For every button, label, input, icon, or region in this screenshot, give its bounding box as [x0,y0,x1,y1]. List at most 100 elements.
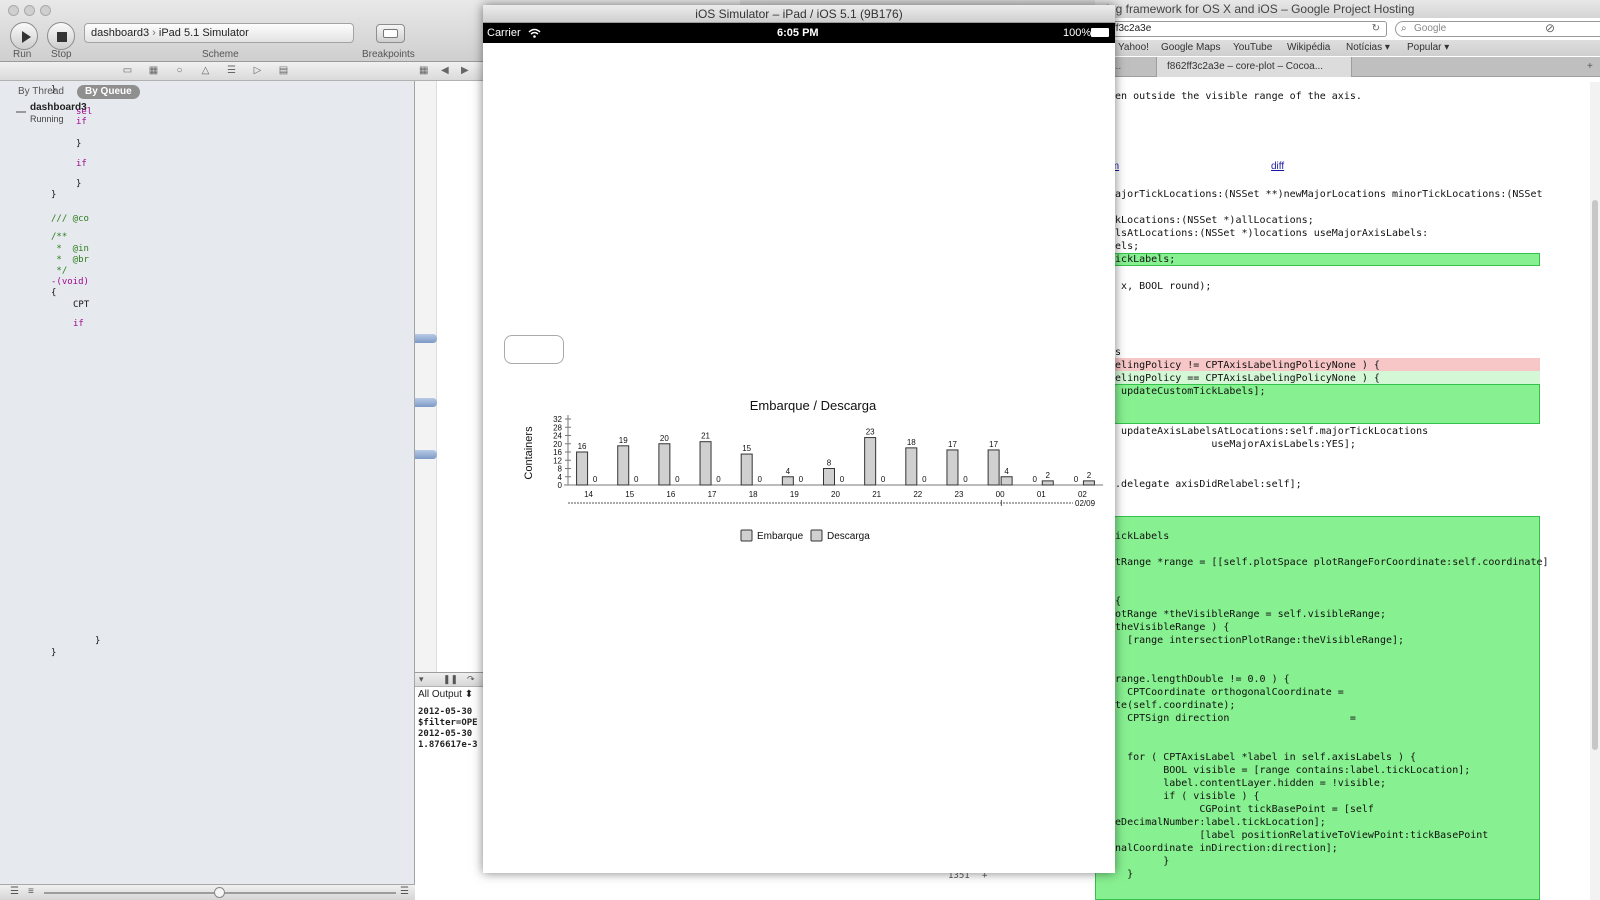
diff-line: lotRange *range = [[self.plotSpace plotR… [1103,557,1549,568]
safari-title: ting framework for OS X and iOS – Google… [1095,0,1600,18]
ios-simulator-window: iOS Simulator – iPad / iOS 5.1 (9B176) C… [483,5,1115,873]
download-icon[interactable]: ⊘ [1545,21,1555,35]
data-label: 2 [1087,471,1092,480]
run-button[interactable] [10,22,38,50]
y-tick-label: 4 [558,473,563,482]
rounded-rect-button[interactable] [504,335,564,364]
editor-gutter[interactable] [415,81,437,672]
forward-icon[interactable]: ▶ [461,65,469,76]
carrier-label: Carrier [487,27,521,39]
x-tick-label: 23 [955,490,964,499]
diff-line: CPTSign direction = [1103,713,1356,724]
navigator-footer: ☰ ≡ ☰ [0,884,415,900]
ios-status-bar: Carrier 6:05 PM 100% [483,23,1115,43]
data-label: 17 [948,440,957,449]
safari-window: ting framework for OS X and iOS – Google… [1095,0,1600,900]
close-window-button[interactable] [8,5,19,16]
data-label: 8 [827,459,832,468]
ios-app-screen: Embarque / Descarga Containers 0 4 8 12 16 20 24… [483,43,1115,873]
breakpoint-marker[interactable] [415,398,437,407]
y-tick-label: 24 [553,432,562,441]
url-field[interactable]: 62ff3c2a3e ↻ [1095,21,1387,37]
x-tick-label: 17 [708,490,717,499]
data-label: 18 [907,438,916,447]
legend-label: Descarga [827,531,870,542]
data-label: 2 [1046,471,1051,480]
navigator-selector-bar: ▭ ▦ ○ △ ☰ ▷ ▤ [0,62,415,81]
diff-line: for ( CPTAxisLabel *label in self.axisLa… [1103,752,1417,763]
code-line: } [76,139,82,149]
folder-icon[interactable]: ▭ [122,66,133,76]
symbol-icon[interactable]: ▦ [148,66,159,76]
diff-line: ( theVisibleRange ) { [1103,622,1230,633]
x-tick-label: 18 [749,490,758,499]
breakpoint-marker[interactable] [415,334,437,343]
menu-icon[interactable]: ☰ [400,886,409,897]
breakpoint-nav-icon[interactable]: ▷ [252,66,263,76]
code-line: } [51,190,57,200]
bookmark-item[interactable]: Wikipédia [1287,40,1330,56]
search-icon[interactable]: ○ [174,66,185,76]
breakpoints-button[interactable] [376,24,405,43]
step-over-icon[interactable]: ↷ [467,674,475,685]
data-label: 0 [757,475,762,484]
diff-link[interactable]: diff [1271,161,1284,172]
bookmark-item[interactable]: Popular ▾ [1407,40,1449,56]
related-items-icon[interactable]: ▦ [419,65,428,76]
safari-scrollbar[interactable] [1590,82,1600,900]
bookmark-item[interactable]: Notícias ▾ [1346,40,1390,56]
y-tick-label: 20 [553,440,562,449]
diff-line: lf updateAxisLabelsAtLocations:self.majo… [1103,426,1429,437]
bar-descarga [1000,476,1013,486]
data-label: 17 [989,440,998,449]
bookmark-item[interactable]: Yahoo! [1118,40,1149,56]
console-line: 2012-05-30 [418,729,473,739]
debug-icon[interactable]: ☰ [226,66,237,76]
bar-embarque [740,453,753,486]
diff-line: when outside the visible range of the ax… [1103,91,1362,102]
bar-embarque [864,437,877,486]
output-selector[interactable]: All Output ⬍ [415,687,475,703]
data-label: 0 [1074,475,1079,484]
x-tick-label: 02 [1078,490,1087,499]
data-label: 0 [799,475,804,484]
scheme-selector[interactable]: dashboard3 › iPad 5.1 Simulator [84,23,354,43]
log-icon[interactable]: ▤ [278,66,289,76]
y-tick-label: 32 [553,415,562,424]
tab-item-active[interactable]: f862ff3c2a3e – core-plot – Cocoa... [1157,57,1352,77]
warning-icon[interactable]: △ [200,66,211,76]
breakpoint-marker[interactable] [415,450,437,459]
x-tick-label: 22 [913,490,922,499]
diff-line: [range intersectionPlotRange:theVisibleR… [1103,635,1405,646]
data-label: 0 [593,475,598,484]
diff-line: lf updateCustomTickLabels]; [1103,386,1266,397]
diff-line: le x, BOOL round); [1103,281,1212,292]
bar-embarque [823,468,835,486]
bookmark-item[interactable]: Google Maps [1161,40,1220,56]
stop-button[interactable] [47,22,75,50]
by-queue-toggle[interactable]: By Queue [77,85,140,99]
run-label: Run [13,49,32,60]
pause-icon[interactable]: ❚❚ [443,674,458,685]
zoom-window-button[interactable] [40,5,51,16]
bar-descarga [1082,480,1095,486]
back-icon[interactable]: ◀ [441,65,449,76]
hide-console-icon[interactable]: ▾ [419,674,424,685]
data-label: 0 [716,475,721,484]
x-tick-label: 14 [584,490,593,499]
code-line: } [76,179,82,189]
slider-knob[interactable] [214,887,225,898]
by-thread-toggle[interactable]: By Thread [10,85,72,99]
code-line: CPT [73,300,90,310]
diff-line: lf.delegate axisDidRelabel:self]; [1103,479,1302,490]
filter-icon[interactable]: ≡ [28,886,34,897]
diff-line: nate(self.coordinate); [1103,700,1236,711]
minimize-window-button[interactable] [24,5,35,16]
search-field[interactable]: ⌕ Google [1395,21,1600,37]
scrollbar-thumb[interactable] [1592,200,1598,750]
reload-icon[interactable]: ↻ [1372,22,1380,36]
data-label: 19 [619,436,628,445]
bookmark-item[interactable]: YouTube [1233,40,1272,56]
new-tab-icon[interactable]: + [1587,57,1593,77]
list-icon[interactable]: ☰ [10,886,19,897]
